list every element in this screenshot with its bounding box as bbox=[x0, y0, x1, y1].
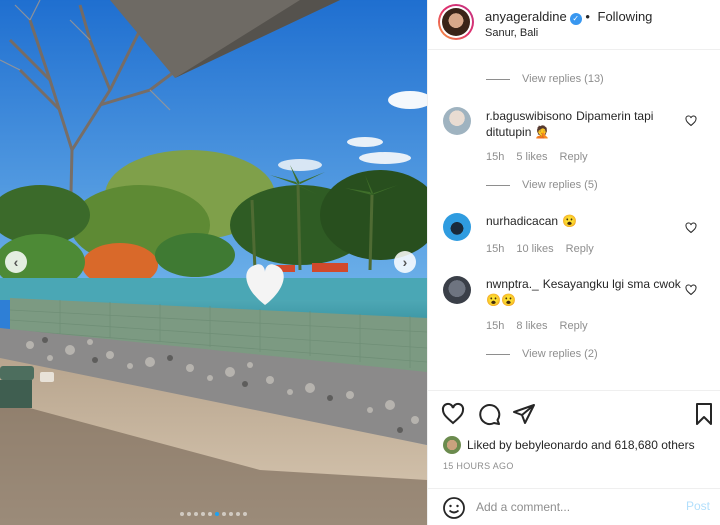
view-replies-button[interactable]: View replies (5) bbox=[486, 179, 598, 191]
likes-summary: Liked by bebyleonardo and 618,680 others bbox=[443, 436, 695, 454]
post-header: anyageraldine ✓ • Following Sanur, Bali bbox=[428, 0, 720, 50]
view-replies-button[interactable]: View replies (13) bbox=[486, 73, 604, 85]
chevron-left-icon: ‹ bbox=[13, 254, 19, 270]
comment-text: r.baguswibisono Dipamerin tapi ditutupin … bbox=[486, 109, 654, 139]
comment-heart-icon[interactable] bbox=[685, 222, 697, 234]
comment-username[interactable]: nwnptra._ bbox=[486, 277, 539, 291]
liker-avatar bbox=[443, 436, 461, 454]
bookmark-icon[interactable] bbox=[692, 402, 716, 426]
post-photo[interactable]: ‹ › bbox=[0, 0, 427, 525]
post-actions: Liked by bebyleonardo and 618,680 others… bbox=[428, 390, 720, 490]
location-link[interactable]: Sanur, Bali bbox=[485, 27, 538, 39]
carousel-dot bbox=[222, 512, 226, 516]
comment-avatar[interactable] bbox=[443, 276, 471, 304]
author-username[interactable]: anyageraldine bbox=[485, 9, 567, 24]
carousel-dot bbox=[243, 512, 247, 516]
post-comment-button[interactable]: Post bbox=[686, 499, 710, 513]
carousel-dot bbox=[187, 512, 191, 516]
author-avatar[interactable] bbox=[438, 4, 474, 40]
comment-heart-icon[interactable] bbox=[685, 284, 697, 296]
carousel-indicator bbox=[0, 512, 427, 516]
next-slide-button[interactable]: › bbox=[394, 251, 416, 273]
comment-meta: 15h 8 likes Reply bbox=[486, 320, 588, 332]
following-button[interactable]: Following bbox=[598, 9, 653, 24]
carousel-dot bbox=[236, 512, 240, 516]
post-sidebar: anyageraldine ✓ • Following Sanur, Bali V… bbox=[427, 0, 720, 525]
comment-text: nwnptra._ Kesayangku lgi sma cwok😮😮 bbox=[486, 277, 681, 307]
liker-username[interactable]: bebyleonardo bbox=[515, 438, 588, 452]
smiley-icon[interactable] bbox=[442, 496, 466, 520]
carousel-dot bbox=[229, 512, 233, 516]
carousel-dot bbox=[201, 512, 205, 516]
comment-avatar[interactable] bbox=[443, 213, 471, 241]
comment-heart-icon[interactable] bbox=[685, 115, 697, 127]
comment-username[interactable]: nurhadicacan bbox=[486, 214, 558, 228]
pool-scene-image bbox=[0, 0, 427, 525]
comment-username[interactable]: r.baguswibisono bbox=[486, 109, 572, 123]
previous-slide-button[interactable]: ‹ bbox=[5, 251, 27, 273]
carousel-dot bbox=[208, 512, 212, 516]
likes-count[interactable]: 618,680 others bbox=[615, 438, 695, 452]
comment-meta: 15h 10 likes Reply bbox=[486, 243, 594, 255]
add-comment-bar: Post bbox=[428, 488, 720, 525]
comment-text: nurhadicacan 😮 bbox=[486, 214, 578, 228]
verified-badge-icon: ✓ bbox=[569, 13, 582, 25]
heart-icon[interactable] bbox=[441, 402, 465, 426]
author-line: anyageraldine ✓ • Following bbox=[485, 9, 652, 25]
post-timestamp[interactable]: 15 HOURS AGO bbox=[443, 461, 514, 471]
send-icon[interactable] bbox=[512, 402, 536, 426]
comment-input[interactable] bbox=[476, 497, 666, 517]
comments-list: View replies (13) r.baguswibisono Dipamer… bbox=[428, 50, 720, 390]
comment-icon[interactable] bbox=[477, 402, 501, 426]
header-separator: • bbox=[585, 9, 590, 24]
view-replies-button[interactable]: View replies (2) bbox=[486, 348, 598, 360]
carousel-dot bbox=[194, 512, 198, 516]
comment-meta: 15h 5 likes Reply bbox=[486, 151, 588, 163]
chevron-right-icon: › bbox=[402, 254, 408, 270]
carousel-dot bbox=[215, 512, 219, 516]
comment-avatar[interactable] bbox=[443, 107, 471, 135]
carousel-dot bbox=[180, 512, 184, 516]
